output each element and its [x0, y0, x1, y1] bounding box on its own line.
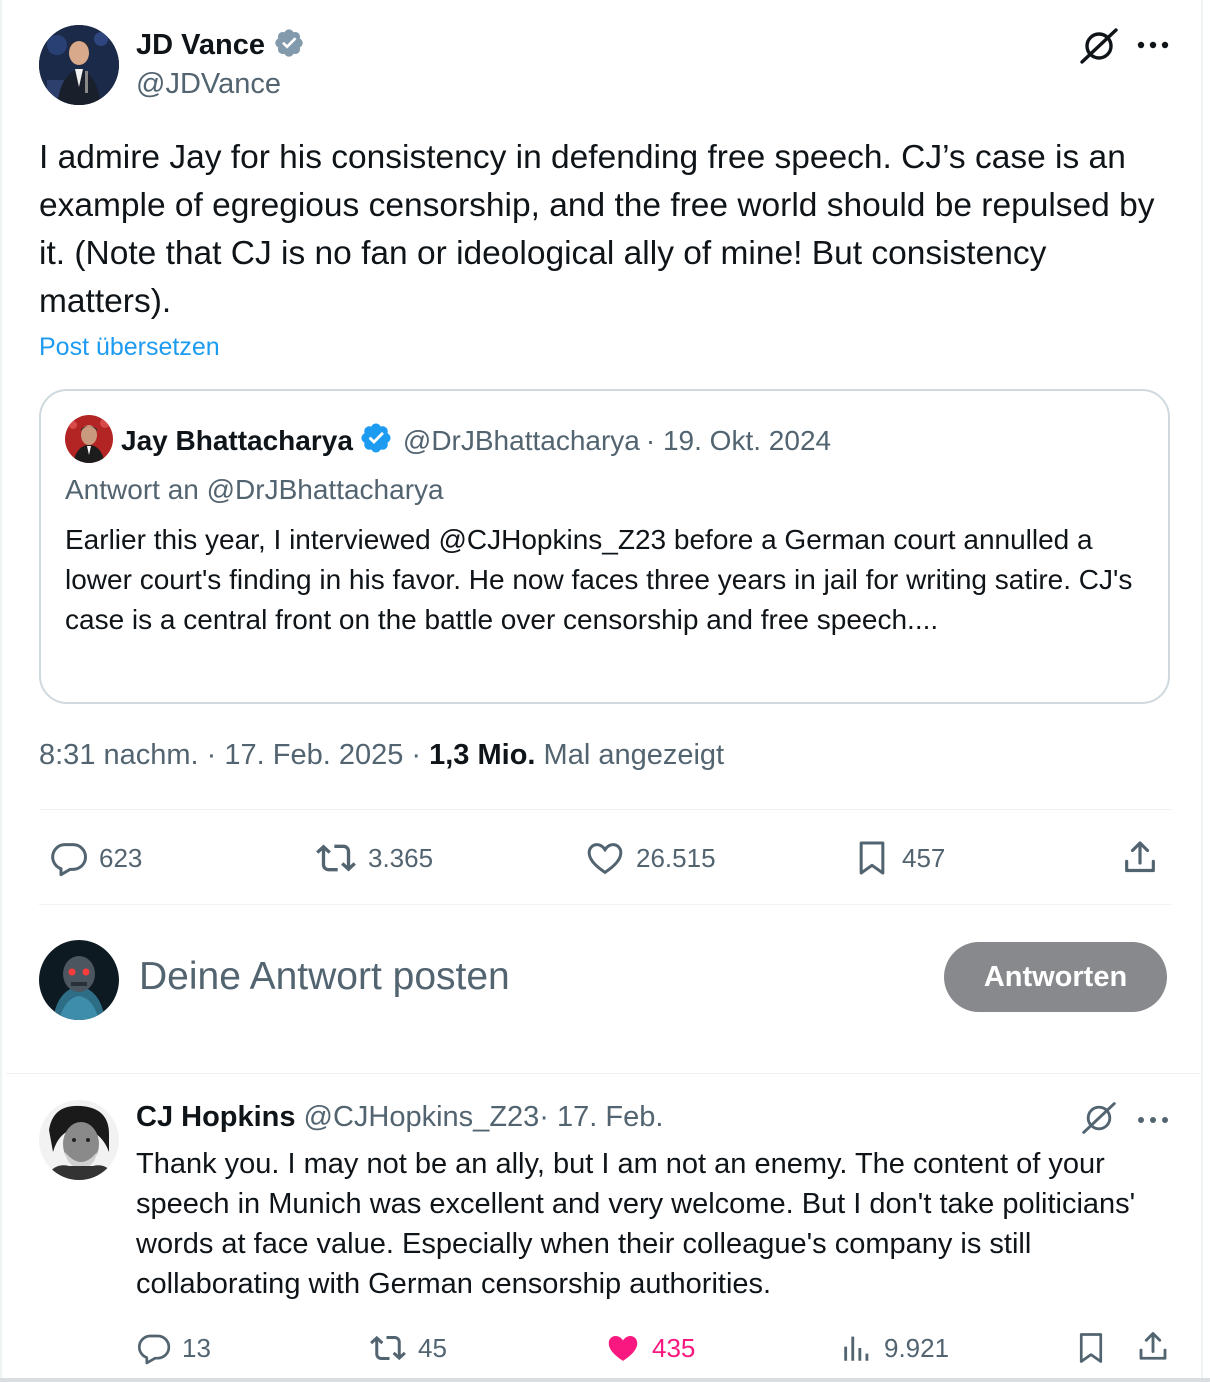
main-author-handle[interactable]: @JDVance — [136, 68, 281, 101]
current-user-avatar[interactable] — [39, 940, 119, 1020]
post-timestamp[interactable]: 8:31 nachm. · 17. Feb. 2025 · — [39, 739, 429, 771]
reply-composer-input[interactable]: Deine Antwort posten — [139, 955, 510, 999]
reply-repost-icon — [368, 1330, 408, 1366]
reply-bookmark-icon[interactable] — [1073, 1330, 1109, 1371]
quoted-author-line: Jay Bhattacharya @DrJBhattacharya · 19. … — [121, 421, 831, 460]
divider-top — [39, 809, 1171, 810]
main-author-line: JD Vance — [136, 27, 305, 63]
views-count: 1,3 Mio. — [429, 739, 536, 771]
like-button[interactable]: 26.515 — [584, 838, 716, 878]
reply-post-date[interactable]: · 17. Feb. — [539, 1101, 663, 1134]
quoted-reply-to: Antwort an @DrJBhattacharya — [65, 474, 444, 505]
repost-count: 3.365 — [368, 842, 434, 873]
divider-bottom — [39, 904, 1171, 905]
jd-vance-avatar[interactable] — [39, 25, 119, 105]
reply-grok-icon[interactable] — [1080, 1100, 1118, 1141]
reply-reply-count: 13 — [182, 1332, 211, 1363]
bottom-cutoff-edge — [0, 1378, 1210, 1382]
gray-verified-badge-icon — [273, 27, 305, 64]
reply-repost-button[interactable]: 45 — [368, 1330, 447, 1366]
main-author-name[interactable]: JD Vance — [136, 29, 265, 62]
section-divider — [6, 1073, 1203, 1074]
reply-like-count: 435 — [652, 1332, 696, 1363]
reply-submit-button[interactable]: Antworten — [944, 942, 1167, 1012]
views-icon — [840, 1330, 874, 1366]
quoted-post-text: Earlier this year, I interviewed @CJHopk… — [65, 524, 1133, 635]
bookmark-count: 457 — [902, 842, 946, 873]
more-icon[interactable] — [1136, 38, 1170, 56]
translate-post-link[interactable]: Post übersetzen — [39, 333, 220, 362]
post-meta-line: 8:31 nachm. · 17. Feb. 2025 · 1,3 Mio. M… — [39, 739, 724, 772]
reply-like-button[interactable]: 435 — [604, 1330, 695, 1366]
reply-views-count: 9.921 — [884, 1332, 950, 1363]
cj-hopkins-avatar[interactable] — [39, 1100, 119, 1180]
reply-liked-heart-icon — [604, 1330, 642, 1366]
main-post-text: I admire Jay for his consistency in defe… — [39, 139, 1155, 320]
reply-author-line: CJ Hopkins @CJHopkins_Z23 · 17. Feb. — [136, 1101, 663, 1134]
views-label: Mal angezeigt — [535, 739, 725, 771]
reply-views-button[interactable]: 9.921 — [840, 1330, 949, 1366]
reply-repost-count: 45 — [418, 1332, 447, 1363]
reply-author-name[interactable]: CJ Hopkins — [136, 1101, 296, 1134]
quoted-author-name[interactable]: Jay Bhattacharya — [121, 425, 353, 457]
reply-count: 623 — [99, 842, 143, 873]
grok-icon[interactable] — [1078, 26, 1120, 71]
reply-reply-button[interactable]: 13 — [136, 1330, 211, 1366]
reply-reply-icon — [136, 1330, 172, 1366]
quoted-post-date: · 19. Okt. 2024 — [645, 424, 832, 456]
reply-author-handle[interactable]: @CJHopkins_Z23 — [304, 1101, 540, 1134]
repost-button[interactable]: 3.365 — [314, 838, 433, 878]
bookmark-icon — [852, 838, 892, 878]
reply-share-icon[interactable] — [1135, 1329, 1171, 1370]
reply-more-icon[interactable] — [1136, 1113, 1170, 1131]
like-count: 26.515 — [636, 842, 716, 873]
jay-bhattacharya-avatar[interactable] — [65, 415, 113, 463]
blue-verified-badge-icon — [359, 421, 393, 460]
bookmark-button[interactable]: 457 — [852, 838, 945, 878]
quoted-author-handle[interactable]: @DrJBhattacharya — [403, 425, 640, 457]
share-icon[interactable] — [1120, 838, 1160, 883]
reply-icon — [49, 838, 89, 878]
like-icon — [584, 838, 626, 878]
reply-post-text: Thank you. I may not be an ally, but I a… — [136, 1148, 1136, 1300]
repost-icon — [314, 838, 358, 878]
reply-button[interactable]: 623 — [49, 838, 142, 878]
